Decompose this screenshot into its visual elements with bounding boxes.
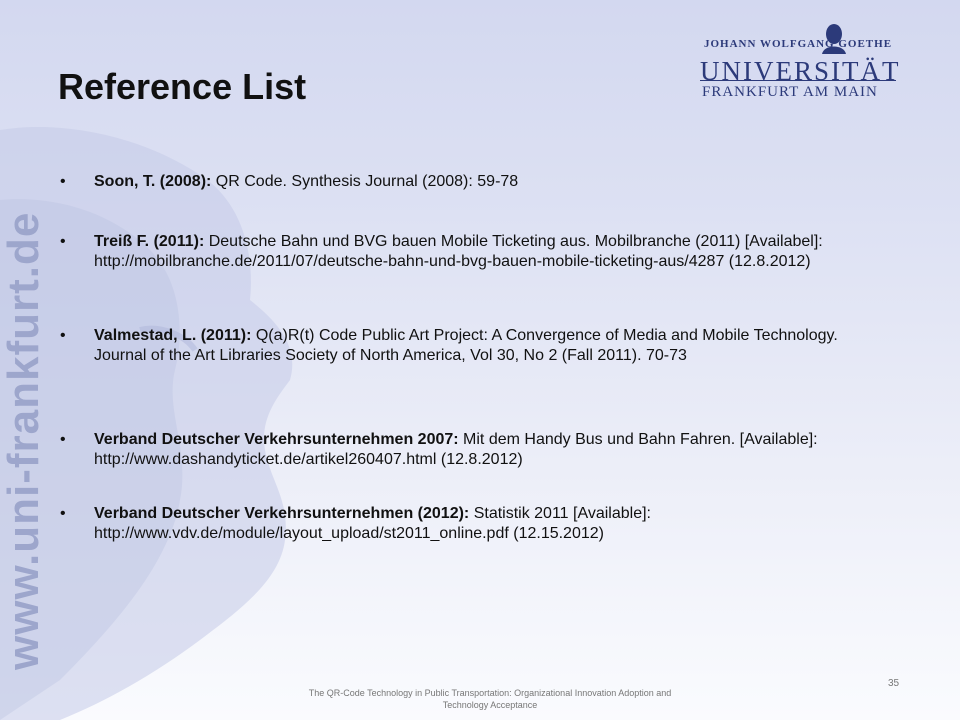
reference-author: Valmestad, L. (2011): — [94, 327, 252, 344]
reference-item: • Verband Deutscher Verkehrsunternehmen … — [60, 504, 860, 544]
logo-divider — [700, 80, 896, 81]
page-number: 35 — [888, 678, 900, 689]
reference-author: Verband Deutscher Verkehrsunternehmen 20… — [94, 431, 459, 448]
reference-item: • Treiß F. (2011): Deutsche Bahn und BVG… — [60, 232, 860, 272]
logo-university-name: UNIVERSITÄT — [700, 56, 901, 86]
slide-footer: The QR-Code Technology in Public Transpo… — [308, 688, 672, 710]
reference-author: Verband Deutscher Verkehrsunternehmen (2… — [94, 505, 470, 522]
goethe-portrait-emblem-icon — [822, 24, 846, 54]
logo-top-line: JOHANN WOLFGANG GOETHE — [704, 38, 893, 50]
reference-author: Treiß F. (2011): — [94, 233, 205, 250]
slide-title: Reference List — [58, 66, 307, 107]
reference-text: QR Code. Synthesis Journal (2008): 59-78 — [211, 173, 519, 190]
logo-city: FRANKFURT AM MAIN — [702, 84, 878, 100]
bullet-icon: • — [60, 233, 66, 250]
reference-text: Deutsche Bahn und BVG bauen Mobile Ticke… — [94, 233, 823, 270]
bullet-icon: • — [60, 327, 66, 344]
university-logo: JOHANN WOLFGANG GOETHE UNIVERSITÄT FRANK… — [700, 22, 900, 102]
reference-item: • Verband Deutscher Verkehrsunternehmen … — [60, 430, 860, 470]
reference-item: • Valmestad, L. (2011): Q(a)R(t) Code Pu… — [60, 326, 860, 366]
bullet-icon: • — [60, 173, 66, 190]
website-url-watermark: www.uni-frankfurt.de — [0, 211, 48, 670]
reference-author: Soon, T. (2008): — [94, 173, 212, 190]
bullet-icon: • — [60, 505, 66, 522]
reference-item: • Soon, T. (2008): QR Code. Synthesis Jo… — [60, 172, 860, 192]
bullet-icon: • — [60, 431, 66, 448]
